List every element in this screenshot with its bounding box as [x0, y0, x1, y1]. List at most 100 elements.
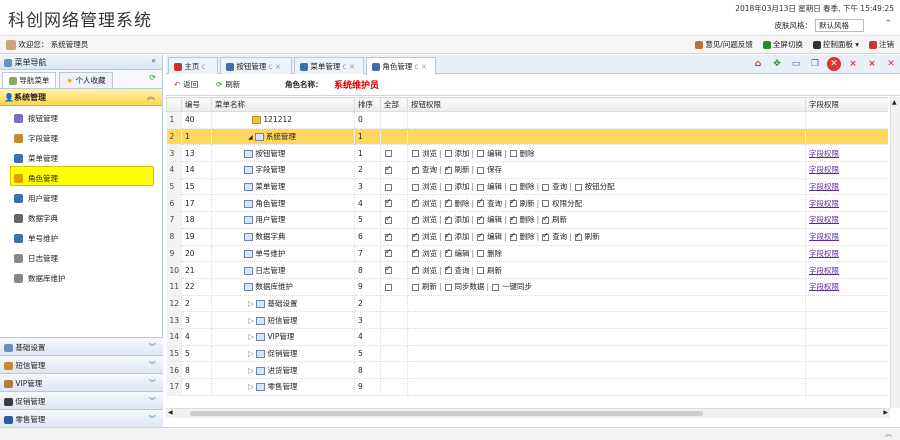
tab-2[interactable]: 按钮管理 c ×	[220, 57, 292, 74]
permission-checkbox[interactable]	[477, 183, 485, 191]
table-row[interactable]: 11 22 数据库维护 9 刷新 | 同步数据 | 一键同步 字段权限	[166, 278, 888, 296]
permission-checkbox[interactable]	[412, 150, 419, 158]
permission-checkbox[interactable]	[444, 231, 452, 241]
feedback-button[interactable]: 意见/问题反馈	[695, 39, 753, 50]
tab-close-icon[interactable]: c	[201, 62, 205, 71]
expand-icon[interactable]: ▷	[248, 316, 256, 325]
sidebar-item-5[interactable]: 用户管理	[0, 186, 162, 206]
table-row[interactable]: 718 用户管理5浏览|添加|编辑|删除|刷新字段权限	[166, 211, 888, 229]
select-all-checkbox[interactable]	[385, 183, 392, 191]
table-row[interactable]: 13 3 ▷ 短信管理 3	[166, 311, 888, 329]
permission-checkbox[interactable]	[477, 197, 485, 208]
accordion-2[interactable]: 短信管理 ︾	[0, 355, 163, 373]
tab-3[interactable]: 菜单管理 c ×	[294, 57, 364, 74]
expand-icon[interactable]: ▷	[248, 332, 256, 341]
group-system-management[interactable]: 👤系统管理 ︽	[0, 89, 162, 106]
table-row[interactable]: 3 13 按钮管理 1 浏览 | 添加 | 编辑 | 删除 字段权限	[166, 144, 888, 163]
table-row[interactable]: 1 40 121212 0	[166, 111, 888, 129]
horizontal-scrollbar[interactable]: ◀ ▶	[166, 408, 890, 418]
permission-checkbox[interactable]	[509, 183, 517, 191]
permission-checkbox[interactable]	[444, 197, 452, 208]
table-row[interactable]: 15 5 ▷ 促销管理 5	[166, 345, 888, 363]
permission-checkbox[interactable]	[542, 214, 550, 224]
permission-checkbox[interactable]	[477, 166, 485, 174]
permission-checkbox[interactable]	[509, 214, 517, 224]
table-row[interactable]: 5 15 菜单管理 3 浏览 | 添加 | 编辑 | 删除 | 查询 | 按钮分配 字段权限	[166, 178, 888, 196]
field-permission-link[interactable]: 字段权限	[809, 165, 839, 174]
permission-checkbox[interactable]	[444, 283, 452, 291]
permission-checkbox[interactable]	[542, 231, 550, 241]
sidebar-item-1[interactable]: 按钮管理	[0, 106, 162, 126]
select-all-checkbox[interactable]	[385, 214, 392, 224]
close-all-icon[interactable]: ✕	[827, 57, 841, 71]
permission-checkbox[interactable]	[444, 264, 452, 275]
accordion-1[interactable]: 基础设置 ︾	[0, 337, 163, 355]
expand-icon[interactable]: ▷	[248, 366, 256, 375]
accordion-5[interactable]: 零售管理 ︾	[0, 409, 163, 427]
field-permission-link[interactable]: 字段权限	[809, 282, 839, 291]
permission-checkbox[interactable]	[509, 150, 517, 158]
vertical-scrollbar[interactable]: ▲	[890, 97, 900, 408]
sidebar-item-2[interactable]: 字段管理	[0, 126, 162, 146]
table-row[interactable]: 16 8 ▷ 进货管理 8	[166, 361, 888, 379]
restore-icon[interactable]: ❐	[808, 57, 822, 71]
table-row[interactable]: 12 2 ▷ 基础设置 2	[166, 295, 888, 313]
permission-checkbox[interactable]	[477, 150, 485, 158]
field-permission-link[interactable]: 字段权限	[809, 182, 839, 191]
permission-checkbox[interactable]	[542, 200, 550, 208]
field-permission-link[interactable]: 字段权限	[809, 149, 839, 158]
permission-checkbox[interactable]	[477, 214, 485, 224]
field-permission-link[interactable]: 字段权限	[809, 199, 839, 208]
close-left-icon[interactable]: ×	[846, 57, 860, 71]
permission-checkbox[interactable]	[444, 150, 452, 158]
permission-checkbox[interactable]	[509, 197, 517, 208]
sidebar-item-3[interactable]: 菜单管理	[0, 146, 162, 166]
sidebar-item-4[interactable]: 角色管理	[10, 166, 154, 186]
tab-favorites[interactable]: ★ 个人收藏	[59, 72, 113, 88]
home-icon[interactable]: ⌂	[751, 57, 765, 71]
permission-checkbox[interactable]	[492, 283, 500, 291]
select-all-checkbox[interactable]	[385, 164, 392, 174]
skin-selector[interactable]: 皮肤风格： 默认风格	[775, 19, 864, 32]
permission-checkbox[interactable]	[444, 183, 452, 191]
close-tab-icon[interactable]: ✕	[884, 57, 898, 71]
table-row[interactable]: 17 9 ▷ 零售管理 9	[166, 378, 888, 396]
permission-checkbox[interactable]	[574, 183, 582, 191]
expand-up-icon[interactable]: ︽	[885, 429, 892, 439]
expand-icon[interactable]: ▷	[248, 382, 256, 391]
table-row[interactable]: 1021 日志管理8浏览|查询|刷新字段权限	[166, 261, 888, 279]
control-panel-button[interactable]: 控制面板 ▾	[812, 39, 859, 50]
select-all-checkbox[interactable]	[385, 197, 392, 208]
permission-checkbox[interactable]	[444, 247, 452, 258]
select-all-checkbox[interactable]	[385, 231, 392, 241]
accordion-3[interactable]: VIP管理 ︾	[0, 373, 163, 391]
select-all-checkbox[interactable]	[385, 283, 392, 291]
field-permission-link[interactable]: 字段权限	[809, 249, 839, 258]
sidebar-item-6[interactable]: 数据字典	[0, 206, 162, 226]
select-all-checkbox[interactable]	[385, 247, 392, 258]
table-row[interactable]: 14 4 ▷ VIP管理 4	[166, 328, 888, 346]
chevron-up-icon[interactable]: ︽	[147, 91, 155, 102]
chevron-down-icon[interactable]: ︾	[149, 341, 157, 352]
field-permission-link[interactable]: 字段权限	[809, 232, 839, 241]
permission-checkbox[interactable]	[412, 183, 419, 191]
table-row[interactable]: 414 字段管理2查询|刷新|保存字段权限	[166, 161, 888, 179]
accordion-4[interactable]: 促销管理 ︾	[0, 391, 163, 409]
chevron-down-icon[interactable]: ︾	[149, 377, 157, 388]
permission-checkbox[interactable]	[412, 283, 419, 291]
table-row[interactable]: 920 单号维护7浏览|编辑|删除字段权限	[166, 245, 888, 263]
window-icon[interactable]: ▭	[789, 57, 803, 71]
sidebar-item-7[interactable]: 单号维护	[0, 226, 162, 246]
permission-checkbox[interactable]	[412, 247, 419, 258]
permission-checkbox[interactable]	[477, 267, 485, 275]
sidebar-item-8[interactable]: 日志管理	[0, 246, 162, 266]
table-row[interactable]: 2 1 ◢ 系统管理 1	[166, 128, 888, 146]
permission-checkbox[interactable]	[412, 197, 419, 208]
tab-4[interactable]: 角色管理 c ×	[366, 57, 436, 75]
fullscreen-button[interactable]: 全屏切换	[762, 39, 803, 50]
chevron-down-icon[interactable]: ︾	[149, 359, 157, 370]
permission-checkbox[interactable]	[477, 250, 485, 258]
table-row[interactable]: 819 数据字典6浏览|添加|编辑|删除|查询|刷新字段权限	[166, 228, 888, 246]
permission-checkbox[interactable]	[412, 164, 419, 174]
collapse-header-icon[interactable]: ⌃	[884, 19, 892, 29]
